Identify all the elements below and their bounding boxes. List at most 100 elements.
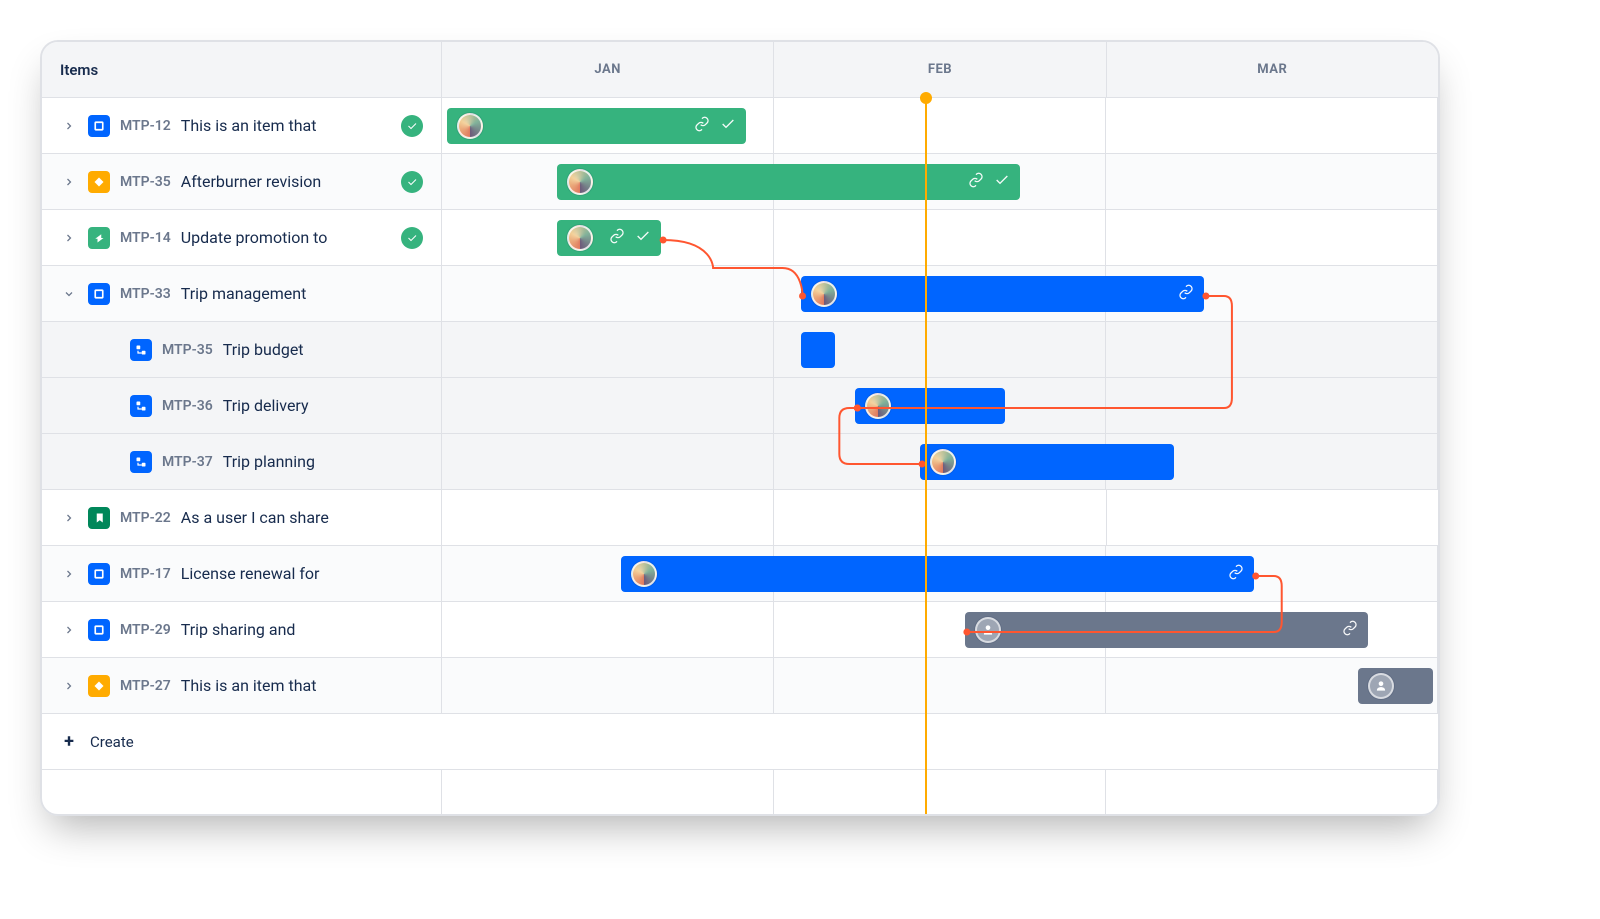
- month-cell[interactable]: JAN: [442, 42, 774, 97]
- assignee-avatar: [930, 449, 956, 475]
- months-header: JAN FEB MAR: [442, 42, 1438, 97]
- item-row[interactable]: MTP-33 Trip management: [42, 266, 1438, 322]
- issue-key: MTP-29: [120, 622, 171, 638]
- month-cell[interactable]: MAR: [1107, 42, 1438, 97]
- timeline-cell[interactable]: [442, 210, 1438, 265]
- issue-key: MTP-22: [120, 510, 171, 526]
- item-cell[interactable]: MTP-27 This is an item that: [42, 658, 442, 713]
- issue-title: This is an item that: [181, 676, 423, 695]
- month-cell[interactable]: FEB: [774, 42, 1106, 97]
- spacer-row: [42, 770, 1438, 814]
- item-row[interactable]: MTP-17 License renewal for: [42, 546, 1438, 602]
- issue-title: License renewal for: [181, 564, 423, 583]
- issue-key: MTP-36: [162, 398, 213, 414]
- timeline-bar[interactable]: [621, 556, 1253, 592]
- timeline-bar[interactable]: [920, 444, 1174, 480]
- timeline-cell[interactable]: [442, 154, 1438, 209]
- child-item-row[interactable]: MTP-35 Trip budget: [42, 322, 1438, 378]
- item-cell[interactable]: MTP-36 Trip delivery: [42, 378, 442, 433]
- link-icon[interactable]: [694, 116, 710, 136]
- timeline-cell[interactable]: [442, 658, 1438, 713]
- item-row[interactable]: MTP-29 Trip sharing and: [42, 602, 1438, 658]
- roadmap-board: Items JAN FEB MAR MTP-12 This is an item…: [40, 40, 1440, 816]
- item-cell[interactable]: MTP-37 Trip planning: [42, 434, 442, 489]
- issue-key: MTP-35: [120, 174, 171, 190]
- chevron-down-icon[interactable]: [60, 288, 78, 300]
- chevron-right-icon[interactable]: [60, 680, 78, 692]
- item-cell[interactable]: MTP-35 Afterburner revision: [42, 154, 442, 209]
- item-row[interactable]: MTP-12 This is an item that: [42, 98, 1438, 154]
- item-cell[interactable]: MTP-35 Trip budget: [42, 322, 442, 377]
- item-row[interactable]: MTP-14 Update promotion to: [42, 210, 1438, 266]
- timeline-cell[interactable]: [442, 602, 1438, 657]
- item-cell[interactable]: MTP-12 This is an item that: [42, 98, 442, 153]
- link-icon[interactable]: [609, 228, 625, 248]
- item-cell[interactable]: MTP-14 Update promotion to: [42, 210, 442, 265]
- assignee-avatar: [865, 393, 891, 419]
- child-item-row[interactable]: MTP-37 Trip planning: [42, 434, 1438, 490]
- issue-key: MTP-17: [120, 566, 171, 582]
- status-done-icon: [401, 171, 423, 193]
- chevron-right-icon[interactable]: [60, 120, 78, 132]
- issue-key: MTP-33: [120, 286, 171, 302]
- issue-key: MTP-14: [120, 230, 171, 246]
- unassigned-avatar: [975, 617, 1001, 643]
- link-icon[interactable]: [1342, 620, 1358, 640]
- item-row[interactable]: MTP-27 This is an item that: [42, 658, 1438, 714]
- item-cell[interactable]: MTP-33 Trip management: [42, 266, 442, 321]
- issue-key: MTP-12: [120, 118, 171, 134]
- issue-type-icon: [88, 619, 110, 641]
- timeline-bar[interactable]: [801, 276, 1204, 312]
- child-item-row[interactable]: MTP-36 Trip delivery: [42, 378, 1438, 434]
- item-row[interactable]: MTP-35 Afterburner revision: [42, 154, 1438, 210]
- issue-type-icon: [88, 283, 110, 305]
- issue-title: Afterburner revision: [181, 172, 391, 191]
- link-icon[interactable]: [1228, 564, 1244, 584]
- item-cell[interactable]: MTP-22 As a user I can share: [42, 490, 442, 545]
- issue-type-icon: [88, 227, 110, 249]
- timeline-cell[interactable]: [442, 434, 1438, 489]
- check-icon[interactable]: [635, 228, 651, 248]
- rows-container: MTP-12 This is an item that MTP-35 After…: [42, 98, 1438, 714]
- issue-title: As a user I can share: [181, 508, 423, 527]
- link-icon[interactable]: [1178, 284, 1194, 304]
- issue-type-icon: [88, 563, 110, 585]
- link-icon[interactable]: [968, 172, 984, 192]
- timeline-cell[interactable]: [442, 98, 1438, 153]
- issue-key: MTP-27: [120, 678, 171, 694]
- item-cell[interactable]: MTP-17 License renewal for: [42, 546, 442, 601]
- chevron-right-icon[interactable]: [60, 176, 78, 188]
- timeline-cell[interactable]: [442, 378, 1438, 433]
- assignee-avatar: [567, 225, 593, 251]
- assignee-avatar: [457, 113, 483, 139]
- issue-title: Trip sharing and: [181, 620, 423, 639]
- plus-icon: +: [60, 731, 78, 752]
- timeline-bar[interactable]: [801, 332, 836, 368]
- timeline-bar[interactable]: [447, 108, 746, 144]
- timeline-cell[interactable]: [442, 546, 1438, 601]
- chevron-right-icon[interactable]: [60, 624, 78, 636]
- issue-title: Trip management: [181, 284, 423, 303]
- issue-type-icon: [88, 675, 110, 697]
- chevron-right-icon[interactable]: [60, 512, 78, 524]
- chevron-right-icon[interactable]: [60, 568, 78, 580]
- chevron-right-icon[interactable]: [60, 232, 78, 244]
- items-column-header: Items: [42, 42, 442, 97]
- check-icon[interactable]: [994, 172, 1010, 192]
- timeline-bar[interactable]: [557, 164, 1020, 200]
- timeline-cell[interactable]: [442, 266, 1438, 321]
- timeline-cell[interactable]: [442, 490, 1438, 545]
- timeline-cell[interactable]: [442, 322, 1438, 377]
- check-icon[interactable]: [720, 116, 736, 136]
- timeline-bar[interactable]: [855, 388, 1004, 424]
- status-done-icon: [401, 227, 423, 249]
- create-button[interactable]: + Create: [42, 714, 1438, 770]
- timeline-bar[interactable]: [965, 612, 1368, 648]
- item-cell[interactable]: MTP-29 Trip sharing and: [42, 602, 442, 657]
- assignee-avatar: [567, 169, 593, 195]
- timeline-bar[interactable]: [557, 220, 662, 256]
- timeline-bar[interactable]: [1358, 668, 1433, 704]
- issue-type-icon: [130, 451, 152, 473]
- issue-title: Trip delivery: [223, 396, 423, 415]
- item-row[interactable]: MTP-22 As a user I can share: [42, 490, 1438, 546]
